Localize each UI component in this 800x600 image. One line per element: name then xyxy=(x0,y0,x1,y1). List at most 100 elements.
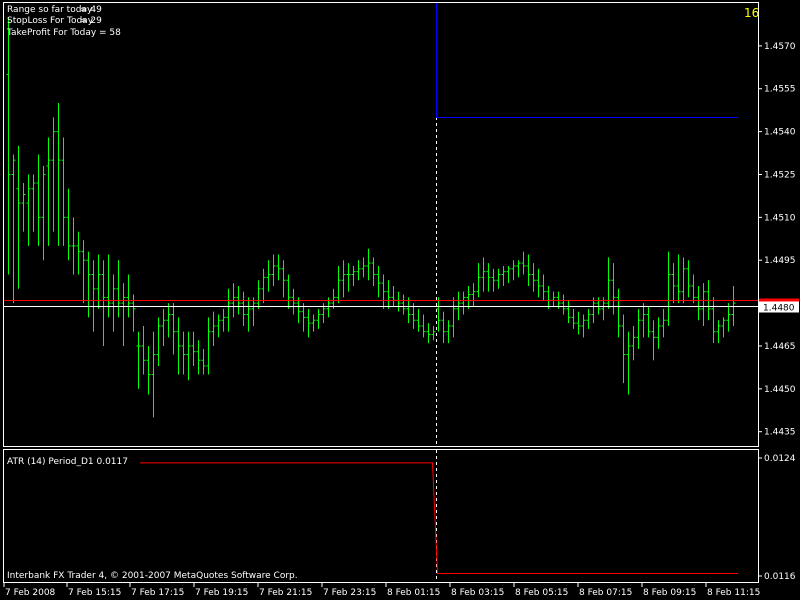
ohlc-bars xyxy=(6,17,736,418)
takeprofit-target-line xyxy=(436,3,738,118)
ohlc-bar xyxy=(291,288,296,315)
ohlc-bar xyxy=(421,314,426,338)
ohlc-bar xyxy=(466,285,471,309)
ohlc-bar xyxy=(156,317,161,366)
takeprofit-value: = 58 xyxy=(99,28,121,38)
ohlc-bar xyxy=(106,254,111,318)
ohlc-bar xyxy=(356,260,361,281)
ohlc-bar xyxy=(436,297,441,332)
bar-timer-counter: 16 xyxy=(744,6,759,20)
ohlc-bar xyxy=(221,308,226,332)
ohlc-bar xyxy=(546,285,551,309)
price-axis: 1.4570 1.4555 1.4540 1.4525 1.4510 1.4495 1.44… xyxy=(758,42,796,438)
ohlc-bar xyxy=(526,254,531,286)
ohlc-bar xyxy=(301,303,306,332)
ohlc-bar xyxy=(676,254,681,304)
ohlc-bar xyxy=(161,308,166,346)
takeprofit-label: TakeProfit For Today xyxy=(6,28,97,38)
ohlc-bar xyxy=(561,294,566,315)
ohlc-bar xyxy=(6,17,11,275)
ohlc-bar xyxy=(446,320,451,344)
ohlc-bar xyxy=(396,291,401,312)
time-tick-label: 7 Feb 2008 xyxy=(5,588,56,598)
ohlc-bar xyxy=(501,265,506,286)
ohlc-bar xyxy=(181,331,186,375)
ohlc-bar xyxy=(636,308,641,349)
ohlc-bar xyxy=(451,297,456,338)
ohlc-bar xyxy=(401,294,406,315)
ohlc-bar xyxy=(136,331,141,389)
ohlc-bar xyxy=(631,325,636,361)
ohlc-bar xyxy=(241,291,246,326)
ohlc-bar xyxy=(386,280,391,309)
ohlc-bar xyxy=(256,280,261,309)
ohlc-bar xyxy=(271,254,276,286)
ohlc-bar xyxy=(46,137,51,246)
ohlc-bar xyxy=(206,317,211,375)
ohlc-bar xyxy=(471,283,476,306)
price-tick-label: 1.4450 xyxy=(764,385,796,395)
ohlc-bar xyxy=(101,260,106,346)
atr-indicator-line xyxy=(140,462,738,575)
ohlc-bar xyxy=(701,283,706,326)
ohlc-bar xyxy=(621,314,626,384)
ohlc-bar xyxy=(641,303,646,338)
time-tick-label: 8 Feb 09:15 xyxy=(643,588,696,598)
ohlc-bar xyxy=(261,268,266,304)
ohlc-bar xyxy=(721,317,726,338)
ohlc-bar xyxy=(56,103,61,246)
ohlc-bar xyxy=(146,345,151,395)
ohlc-bar xyxy=(121,283,126,346)
ohlc-bar xyxy=(491,268,496,292)
ohlc-bar xyxy=(76,231,81,275)
ohlc-bar xyxy=(461,291,466,315)
ohlc-bar xyxy=(296,297,301,324)
time-tick-label: 7 Feb 15:15 xyxy=(68,588,121,598)
ohlc-bar xyxy=(481,257,486,292)
bid-price-marker xyxy=(759,298,799,302)
ohlc-bar xyxy=(141,325,146,375)
ohlc-bar xyxy=(81,240,86,304)
mt4-chart-window: 1.4570 1.4555 1.4540 1.4525 1.4510 1.4495 1.44… xyxy=(0,0,800,600)
ohlc-bar xyxy=(666,251,671,326)
ohlc-bar xyxy=(201,348,206,375)
ohlc-bar xyxy=(431,325,436,341)
ohlc-bar xyxy=(726,303,731,332)
price-tick-label: 1.4540 xyxy=(764,128,796,138)
ohlc-bar xyxy=(456,291,461,321)
ohlc-bar xyxy=(531,263,536,292)
ohlc-bar xyxy=(21,183,26,232)
ohlc-bar xyxy=(476,263,481,298)
ohlc-bar xyxy=(266,260,271,292)
ohlc-bar xyxy=(551,291,556,306)
ohlc-bar xyxy=(281,260,286,298)
ohlc-bar xyxy=(31,174,36,232)
ohlc-bar xyxy=(596,297,601,315)
ohlc-bar xyxy=(246,297,251,332)
ohlc-bar xyxy=(716,320,721,344)
ohlc-bar xyxy=(686,260,691,298)
ohlc-bar xyxy=(406,297,411,324)
time-axis: 7 Feb 2008 7 Feb 15:15 7 Feb 17:15 7 Feb 19… xyxy=(3,583,760,598)
price-tick-label: 1.4465 xyxy=(764,342,796,352)
ohlc-bar xyxy=(361,257,366,278)
ohlc-bar xyxy=(111,274,116,332)
ohlc-bar xyxy=(521,251,526,275)
ohlc-bar xyxy=(496,268,501,289)
ohlc-bar xyxy=(151,331,156,418)
ohlc-bar xyxy=(426,323,431,344)
indicator-label: ATR (14) Period_D1 0.0117 xyxy=(7,457,128,467)
time-tick-label: 7 Feb 23:15 xyxy=(323,588,376,598)
ohlc-bar xyxy=(646,305,651,338)
price-chart-svg[interactable]: 1.4570 1.4555 1.4540 1.4525 1.4510 1.4495 1.44… xyxy=(0,0,800,600)
ohlc-bar xyxy=(41,165,46,261)
ohlc-bar xyxy=(341,260,346,298)
ohlc-bar xyxy=(591,297,596,324)
ohlc-bar xyxy=(651,320,656,361)
ohlc-bar xyxy=(661,308,666,338)
ohlc-bar xyxy=(681,257,686,304)
ohlc-bar xyxy=(276,254,281,281)
ohlc-bar xyxy=(606,257,611,309)
price-tick-label: 1.4525 xyxy=(764,170,796,180)
time-tick-label: 8 Feb 03:15 xyxy=(451,588,504,598)
